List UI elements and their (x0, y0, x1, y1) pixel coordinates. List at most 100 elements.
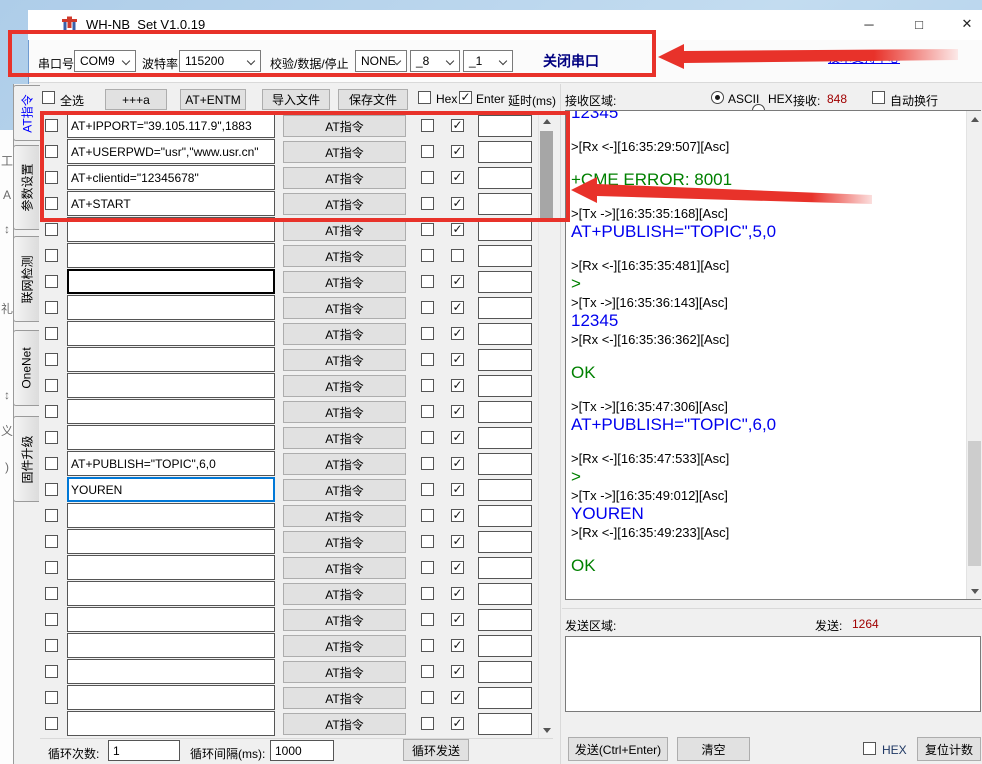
auto-wrap-checkbox[interactable] (872, 91, 885, 104)
row-enter-checkbox[interactable]: ✓ (451, 691, 464, 704)
row-delay-input[interactable] (478, 713, 532, 735)
at-command-button[interactable]: AT指令 (283, 245, 406, 267)
row-select-checkbox[interactable] (45, 535, 58, 548)
at-command-button[interactable]: AT指令 (283, 687, 406, 709)
row-hex-checkbox[interactable] (421, 197, 434, 210)
at-command-button[interactable]: AT指令 (283, 167, 406, 189)
row-hex-checkbox[interactable] (421, 353, 434, 366)
command-input[interactable] (67, 633, 275, 658)
row-delay-input[interactable] (478, 557, 532, 579)
at-command-button[interactable]: AT指令 (283, 141, 406, 163)
scrollbar-thumb[interactable] (540, 131, 553, 219)
at-command-button[interactable]: AT指令 (283, 635, 406, 657)
row-hex-checkbox[interactable] (421, 119, 434, 132)
at-command-button[interactable]: AT指令 (283, 219, 406, 241)
at-command-button[interactable]: AT指令 (283, 323, 406, 345)
row-hex-checkbox[interactable] (421, 379, 434, 392)
row-enter-checkbox[interactable]: ✓ (451, 561, 464, 574)
row-hex-checkbox[interactable] (421, 483, 434, 496)
row-select-checkbox[interactable] (45, 665, 58, 678)
tab-at-command[interactable]: AT指令 (13, 85, 40, 141)
row-delay-input[interactable] (478, 401, 532, 423)
row-enter-checkbox[interactable] (451, 249, 464, 262)
row-hex-checkbox[interactable] (421, 223, 434, 236)
close-button[interactable]: ✕ (950, 12, 982, 36)
row-hex-checkbox[interactable] (421, 327, 434, 340)
row-select-checkbox[interactable] (45, 145, 58, 158)
command-input[interactable] (67, 607, 275, 632)
tab-firmware-upgrade[interactable]: 固件升级 (13, 416, 39, 502)
row-enter-checkbox[interactable]: ✓ (451, 665, 464, 678)
command-input[interactable] (67, 425, 275, 450)
hex-mode-checkbox[interactable] (418, 91, 431, 104)
row-select-checkbox[interactable] (45, 353, 58, 366)
row-enter-checkbox[interactable]: ✓ (451, 119, 464, 132)
row-select-checkbox[interactable] (45, 301, 58, 314)
row-delay-input[interactable] (478, 297, 532, 319)
at-command-button[interactable]: AT指令 (283, 297, 406, 319)
command-input[interactable] (67, 165, 275, 190)
row-select-checkbox[interactable] (45, 379, 58, 392)
at-command-button[interactable]: AT指令 (283, 427, 406, 449)
minimize-button[interactable]: ─ (852, 12, 886, 36)
command-input[interactable] (67, 399, 275, 424)
command-input[interactable] (67, 191, 275, 216)
row-enter-checkbox[interactable]: ✓ (451, 431, 464, 444)
send-hex-checkbox[interactable] (863, 742, 876, 755)
command-input[interactable] (67, 347, 275, 372)
stopbits-select[interactable]: _1 (463, 50, 513, 72)
row-select-checkbox[interactable] (45, 587, 58, 600)
loop-send-button[interactable]: 循环发送 (403, 739, 469, 761)
row-delay-input[interactable] (478, 245, 532, 267)
row-delay-input[interactable] (478, 219, 532, 241)
row-delay-input[interactable] (478, 479, 532, 501)
tab-param-settings[interactable]: 参数设置 (13, 145, 39, 230)
import-file-button[interactable]: 导入文件 (262, 89, 330, 110)
command-list-scrollbar[interactable] (538, 113, 553, 738)
row-delay-input[interactable] (478, 271, 532, 293)
at-command-button[interactable]: AT指令 (283, 401, 406, 423)
at-command-button[interactable]: AT指令 (283, 349, 406, 371)
row-hex-checkbox[interactable] (421, 509, 434, 522)
row-select-checkbox[interactable] (45, 717, 58, 730)
scroll-down-icon[interactable] (539, 722, 554, 738)
command-input[interactable] (67, 555, 275, 580)
baud-select[interactable]: 115200 (179, 50, 261, 72)
row-select-checkbox[interactable] (45, 691, 58, 704)
command-input[interactable] (67, 529, 275, 554)
row-hex-checkbox[interactable] (421, 561, 434, 574)
row-hex-checkbox[interactable] (421, 405, 434, 418)
row-delay-input[interactable] (478, 323, 532, 345)
row-hex-checkbox[interactable] (421, 249, 434, 262)
at-command-button[interactable]: AT指令 (283, 609, 406, 631)
maximize-button[interactable]: □ (902, 12, 936, 36)
row-hex-checkbox[interactable] (421, 587, 434, 600)
parity-select[interactable]: NONE (355, 50, 407, 72)
at-command-button[interactable]: AT指令 (283, 505, 406, 527)
command-input[interactable] (67, 451, 275, 476)
row-select-checkbox[interactable] (45, 613, 58, 626)
receive-scrollbar[interactable] (966, 111, 981, 599)
command-input[interactable] (67, 711, 275, 736)
entm-button[interactable]: AT+ENTM (180, 89, 246, 110)
scrollbar-thumb[interactable] (968, 441, 981, 566)
close-port-button[interactable]: 关闭串口 (543, 51, 599, 71)
row-hex-checkbox[interactable] (421, 171, 434, 184)
row-enter-checkbox[interactable]: ✓ (451, 353, 464, 366)
scroll-up-icon[interactable] (539, 113, 554, 129)
command-input[interactable] (67, 243, 275, 268)
at-command-button[interactable]: AT指令 (283, 661, 406, 683)
command-input[interactable] (67, 477, 275, 502)
row-delay-input[interactable] (478, 453, 532, 475)
command-input[interactable] (67, 113, 275, 138)
receive-area[interactable]: 12345 >[Rx <-][16:35:29:507][Asc] +CME E… (565, 110, 981, 600)
row-enter-checkbox[interactable]: ✓ (451, 301, 464, 314)
send-button[interactable]: 发送(Ctrl+Enter) (568, 737, 668, 761)
row-select-checkbox[interactable] (45, 431, 58, 444)
at-command-button[interactable]: AT指令 (283, 531, 406, 553)
command-input[interactable] (67, 295, 275, 320)
row-select-checkbox[interactable] (45, 561, 58, 574)
row-delay-input[interactable] (478, 661, 532, 683)
row-enter-checkbox[interactable]: ✓ (451, 379, 464, 392)
row-hex-checkbox[interactable] (421, 457, 434, 470)
